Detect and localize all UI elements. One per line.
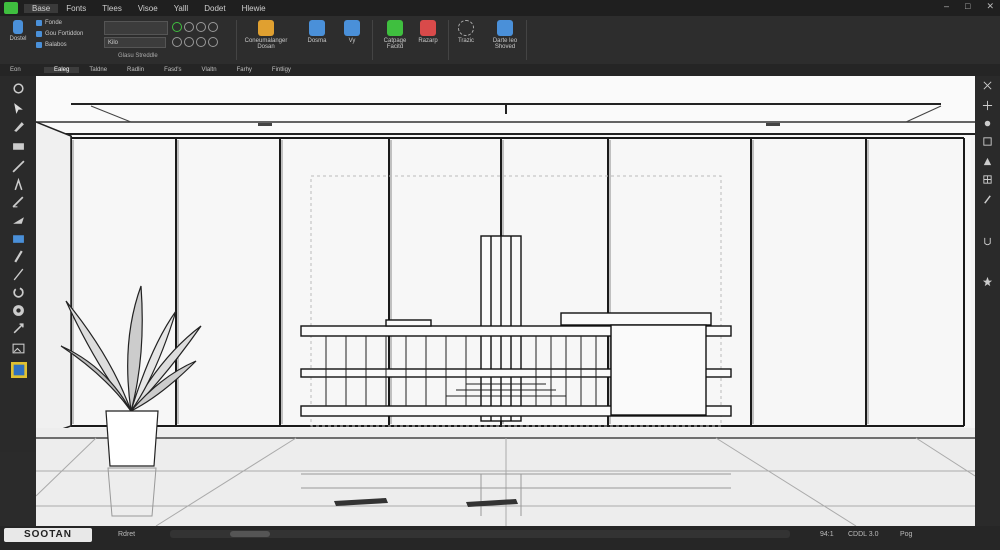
tab-vlaltn[interactable]: Vlaltn [192,67,227,73]
square-icon [36,31,42,37]
group-label: Glasu Streddle [118,53,158,59]
grid-icon[interactable] [982,174,993,185]
scale-icon[interactable] [12,322,25,335]
pen-icon[interactable] [12,178,25,191]
vy-button[interactable]: Vy [340,20,364,44]
divider [372,20,373,60]
small-row-gou[interactable]: Gou Fortiddon [36,31,83,37]
razarp-button[interactable]: Razarp [412,20,444,44]
tab-fasds[interactable]: Fasd's [154,67,191,73]
line-icon[interactable] [12,160,25,173]
circle-icon[interactable] [172,37,182,47]
square-icon [36,20,42,26]
coords-readout: 94:1 [820,531,834,538]
left-toolbar [0,76,36,452]
minimize-button[interactable]: – [944,1,949,12]
circle-icon[interactable] [208,22,218,32]
brush-icon [497,20,513,36]
status-extra: Pog [900,531,913,538]
image-icon[interactable] [12,342,25,355]
right-toolbar [975,76,1000,526]
circle-icon[interactable] [208,37,218,47]
tab-fintligy[interactable]: Fintligy [262,67,301,73]
scene-drawing [36,76,975,526]
dosma-button[interactable]: Dosma [302,20,332,44]
brush-icon[interactable] [12,250,25,263]
pen-icon[interactable] [12,196,25,209]
coneumalanger-button[interactable]: Coneumalanger Dosan [242,20,290,50]
maximize-button[interactable]: □ [965,1,970,12]
close-button[interactable]: ✕ [986,1,994,12]
tab-radlin[interactable]: Radlin [117,67,154,73]
catpage-button[interactable]: Catpage Facitd [378,20,412,50]
zoom-readout: CDDL 3.0 [848,531,879,538]
divider [526,20,527,60]
layers-icon [258,20,274,36]
close-panel-icon[interactable] [982,80,993,91]
app-logo: SOOTAN [4,528,92,542]
menu-bar: Base Fonts Tlees Visoe Yalll Dodet Hlewi… [0,0,1000,16]
menu-item-dodet[interactable]: Dodet [196,4,233,13]
circle-icon[interactable] [184,22,194,32]
magnet-icon[interactable] [982,236,993,247]
dostel-button[interactable]: Dostel [6,20,30,42]
palette-icon [420,20,436,36]
3d-viewport[interactable] [36,76,975,526]
menu-item-visoe[interactable]: Visoe [130,4,166,13]
trazic-button[interactable]: Trazic [452,20,480,44]
ruler-icon[interactable] [12,268,25,281]
cursor-icon [13,20,23,34]
pin-icon[interactable] [982,118,993,129]
walk-icon[interactable] [982,194,993,205]
pencil-icon[interactable] [12,120,25,133]
orbit-icon[interactable] [12,82,25,95]
divider [236,20,237,60]
target-icon [458,20,474,36]
arrow-icon [344,20,360,36]
window-controls: – □ ✕ [944,1,994,12]
menu-item-base[interactable]: Base [24,3,59,13]
plus-icon[interactable] [172,22,182,32]
document-tabs: Eon Ealeg Taldne Radlin Fasd's Vlaltn Fa… [0,64,1000,76]
menu-item-tlees[interactable]: Tlees [94,4,130,13]
darte-button[interactable]: Darte leo Shoved [488,20,522,50]
zoom-icon[interactable] [12,304,25,317]
scrollbar-thumb[interactable] [230,531,270,537]
circle-icon[interactable] [196,22,206,32]
box-icon [309,20,325,36]
menu-item-fonts[interactable]: Fonts [58,4,94,13]
small-row-fonde[interactable]: Fonde [36,20,62,26]
sidebar-label: Eon [10,67,21,73]
circle-icon[interactable] [184,37,194,47]
tab-taldne[interactable]: Taldne [79,67,117,73]
divider [448,20,449,60]
status-left-text: Rdret [118,531,136,538]
menu-item-hlewie[interactable]: Hlewie [234,4,274,13]
menu-item-yalll[interactable]: Yalll [166,4,197,13]
star-icon[interactable] [982,276,993,287]
eraser-icon[interactable] [12,140,25,153]
move-icon[interactable] [982,100,993,111]
knife-icon[interactable] [12,214,25,227]
select-icon[interactable] [12,102,25,115]
small-row-balabos[interactable]: Balabos [36,42,67,48]
square-icon [36,42,42,48]
circle-icon[interactable] [196,37,206,47]
page-icon [387,20,403,36]
ribbon: Dostel Fonde Gou Fortiddon Balabos Kilo … [0,16,1000,65]
cube-icon[interactable] [982,136,993,147]
tab-farhy[interactable]: Farhy [227,67,262,73]
rotate-icon[interactable] [12,286,25,299]
app-logo-icon [4,2,18,14]
material-icon[interactable] [11,362,27,378]
tab-ealeg[interactable]: Ealeg [44,67,80,73]
paint-bucket-icon[interactable] [12,232,25,245]
name-field[interactable]: Kilo [104,37,166,48]
style-dropdown[interactable] [104,21,168,35]
fill-icon[interactable] [982,156,993,167]
